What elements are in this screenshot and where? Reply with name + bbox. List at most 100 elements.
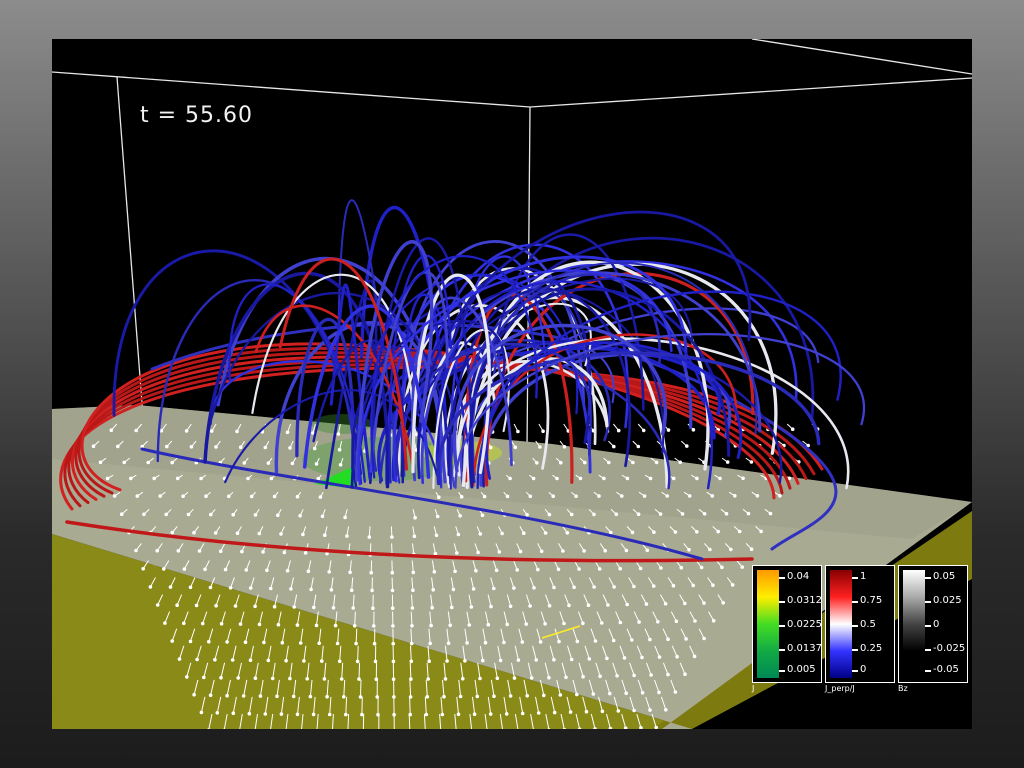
velocity-arrowhead [159,428,164,433]
velocity-arrowhead [244,568,249,572]
velocity-arrowhead [663,601,668,606]
velocity-arrowhead [664,708,668,712]
velocity-arrowhead [575,639,580,644]
velocity-arrowhead [302,659,306,663]
colorbar-jperp-title: J_perp/J [825,684,855,693]
velocity-arrowhead [488,712,493,716]
velocity-arrowhead [257,622,262,627]
velocity-arrowhead [644,602,649,606]
velocity-arrowhead [372,624,376,628]
colorbar-j-tick: 0.005 [787,664,816,675]
velocity-arrowhead [225,693,229,698]
velocity-arrowhead [520,711,525,716]
velocity-arrowhead [311,431,315,435]
velocity-arrowhead [575,692,579,697]
velocity-arrowhead [227,494,231,499]
velocity-arrowhead [170,460,174,465]
velocity-arrowhead [716,529,721,534]
velocity-arrowhead [671,583,676,588]
velocity-arrowhead [508,476,512,481]
velocity-arrowhead [295,712,300,717]
velocity-arrowhead [693,619,697,623]
velocity-arrowhead [109,428,114,433]
velocity-arrowhead [494,568,499,573]
velocity-arrowhead [607,460,611,465]
velocity-arrowhead [565,531,570,535]
velocity-arrowhead [724,511,729,516]
velocity-arrowhead [547,512,552,517]
velocity-arrowhead [352,624,357,628]
time-readout: t = 55.60 [140,103,254,128]
velocity-arrowhead [593,639,598,643]
velocity-arrowhead [176,549,181,553]
velocity-arrowhead [606,603,610,607]
velocity-arrowhead [455,551,459,555]
velocity-arrow [358,662,361,680]
velocity-arrowhead [623,726,628,729]
velocity-arrowhead [164,512,168,517]
velocity-arrowhead [790,427,795,432]
velocity-arrowhead [434,533,439,538]
colorbar-jperp-gradient [830,570,852,678]
velocity-arrowhead [233,604,238,608]
velocity-arrowhead [725,460,730,464]
velocity-arrowhead [303,551,308,555]
velocity-arrowhead [203,567,207,572]
velocity-arrowhead [632,584,636,589]
velocity-arrowhead [391,624,395,628]
colorbar-bz-title: Bz [898,684,908,693]
velocity-arrowhead [175,476,180,481]
velocity-arrowhead [535,461,539,465]
velocity-arrowhead [248,658,253,663]
velocity-arrowhead [654,460,659,465]
velocity-arrowhead [459,495,464,499]
velocity-arrowhead [476,550,480,555]
velocity-arrowhead [248,586,253,590]
velocity-arrowhead [290,461,295,466]
velocity-arrowhead [481,658,485,663]
velocity-arrowhead [611,638,616,643]
velocity-arrowhead [640,691,645,695]
velocity-arrowhead [711,618,716,623]
velocity-arrowhead [612,444,616,449]
velocity-arrowhead [348,570,352,575]
velocity-arrowhead [685,444,689,448]
velocity-arrowhead [329,588,334,592]
velocity-arrowhead [451,587,456,592]
velocity-arrowhead [194,603,199,608]
velocity-arrowhead [391,641,396,646]
velocity-arrowhead [272,604,277,609]
velocity-arrowhead [657,655,662,659]
velocity-arrowhead [474,568,478,573]
velocity-arrowhead [632,673,636,678]
velocity-arrowhead [279,712,284,716]
velocity-arrowhead [538,445,542,449]
velocity-arrowhead [648,476,653,481]
velocity-arrowhead [162,567,166,571]
velocity-arrowhead [155,548,159,553]
velocity-arrowhead [675,654,679,659]
velocity-arrowhead [163,621,167,625]
velocity-arrowhead [586,603,591,608]
velocity-arrowhead [228,586,233,590]
velocity-arrowhead [529,676,534,680]
velocity-arrowhead [240,549,244,554]
velocity-arrowhead [569,512,574,517]
velocity-arrowhead [269,476,274,481]
velocity-arrowhead [448,623,453,628]
velocity-arrowhead [253,676,258,681]
velocity-arrowhead [683,672,687,677]
velocity-arrowhead [335,641,340,646]
velocity-arrowhead [202,675,206,680]
velocity-arrowhead [656,619,660,624]
velocity-arrowhead [513,445,518,450]
velocity-arrowhead [410,624,414,628]
velocity-arrowhead [358,695,363,699]
velocity-arrowhead [429,623,433,628]
velocity-arrowhead [442,694,446,699]
velocity-arrowhead [614,512,619,517]
velocity-arrowhead [231,711,236,716]
box-upper-right-edge [751,39,972,75]
velocity-arrowhead [181,494,185,499]
velocity-arrowhead [292,605,296,609]
